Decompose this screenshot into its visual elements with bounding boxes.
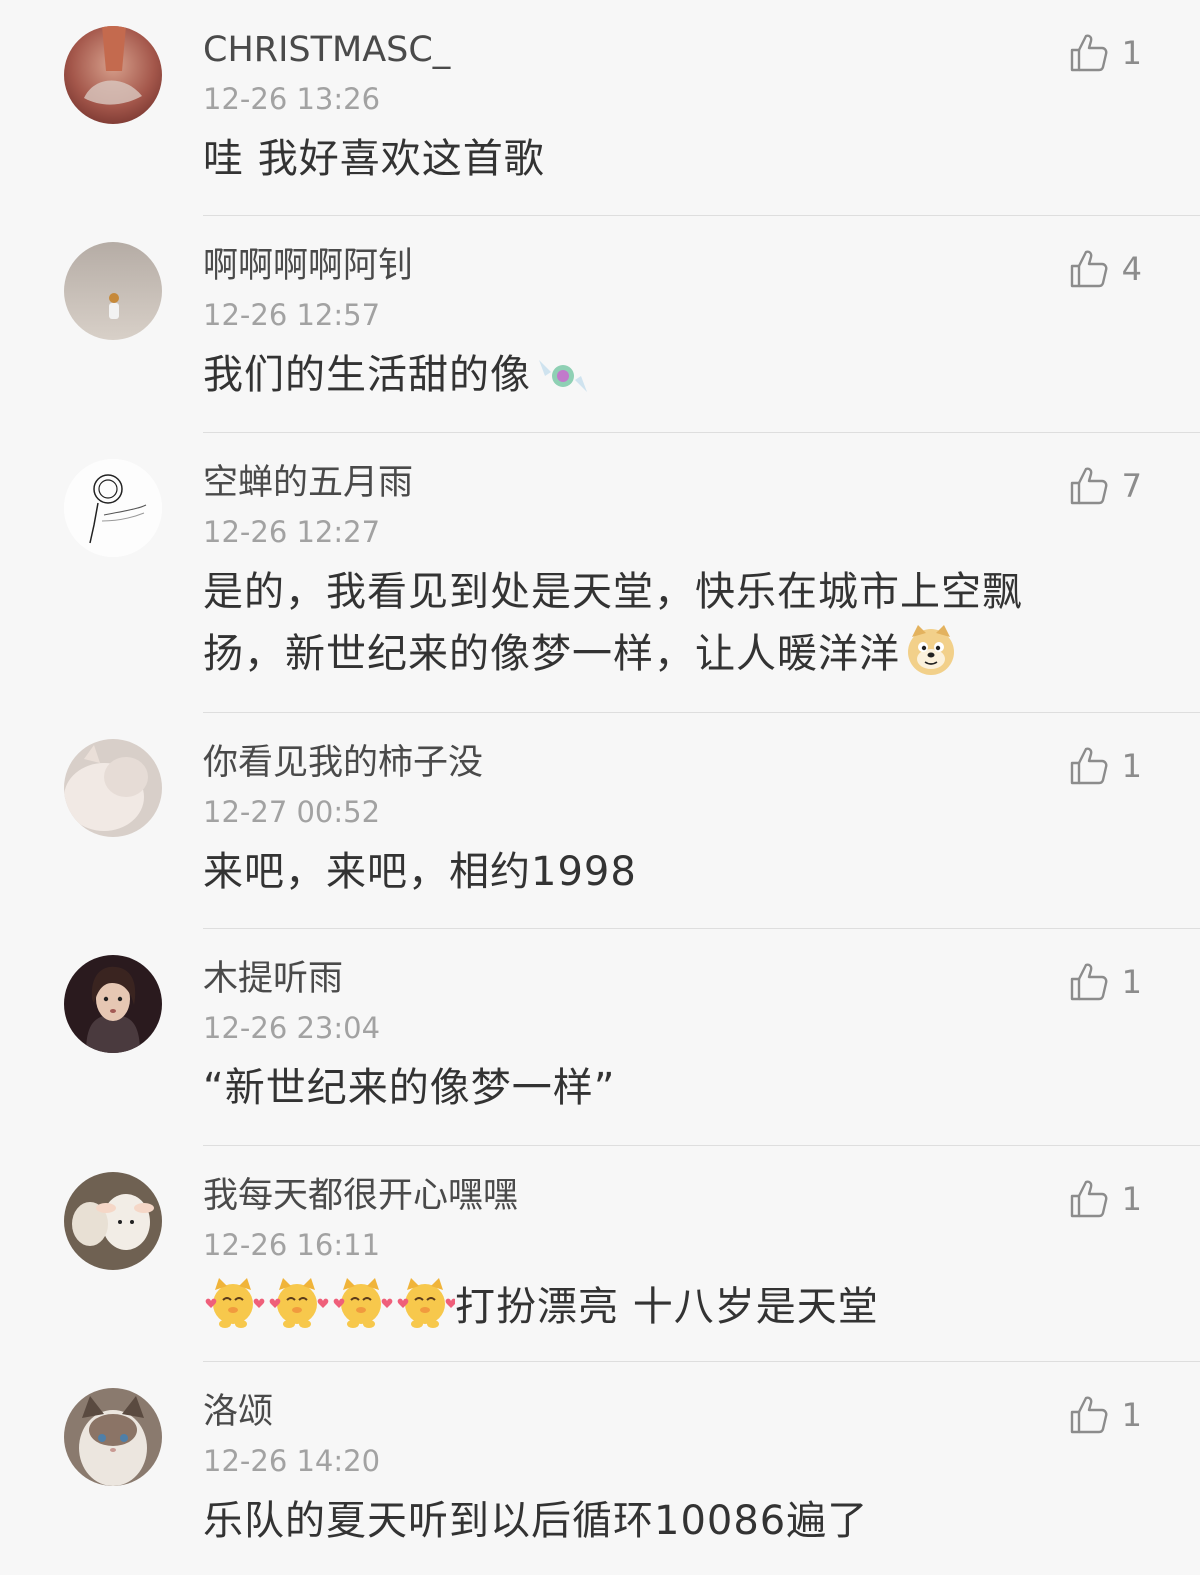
timestamp: 12-26 12:27	[203, 515, 381, 549]
comment-body: 我每天都很开心嘿嘿 12-26 16:11 打扮漂亮 十八岁是天堂	[203, 1172, 1080, 1338]
avatar[interactable]	[64, 26, 162, 124]
username[interactable]: 木提听雨	[203, 955, 1080, 1003]
comment-text: 乐队的夏天听到以后循环10086遍了	[203, 1498, 869, 1544]
candy-emoji	[535, 354, 591, 398]
shiba-love-emoji	[203, 1274, 455, 1330]
avatar[interactable]	[64, 1388, 162, 1486]
comment-text-line: 是的，我看见到处是天堂，快乐在城市上空飘	[203, 569, 1023, 615]
like-count: 1	[1121, 747, 1142, 785]
username[interactable]: 我每天都很开心嘿嘿	[203, 1172, 1080, 1220]
timestamp: 12-26 14:20	[203, 1444, 381, 1478]
like-button[interactable]: 1	[1068, 961, 1142, 1003]
comment-text: “新世纪来的像梦一样”	[203, 1065, 616, 1111]
timestamp: 12-27 00:52	[203, 795, 381, 829]
avatar[interactable]	[64, 459, 162, 557]
like-count: 7	[1121, 467, 1142, 505]
comment-item: CHRISTMASC_ 12-26 13:26 哇 我好喜欢这首歌 1	[0, 0, 1200, 216]
thumbs-up-icon	[1068, 248, 1110, 290]
avatar[interactable]	[64, 1172, 162, 1270]
doge-emoji	[904, 623, 958, 677]
comment-item: 你看见我的柿子没 12-27 00:52 来吧，来吧，相约1998 1	[0, 713, 1200, 929]
comment-body: 洛颂 12-26 14:20 乐队的夏天听到以后循环10086遍了	[203, 1388, 1080, 1552]
thumbs-up-icon	[1068, 1178, 1110, 1220]
thumbs-up-icon	[1068, 961, 1110, 1003]
comment-list: CHRISTMASC_ 12-26 13:26 哇 我好喜欢这首歌 1 啊啊啊啊…	[0, 0, 1200, 1575]
thumbs-up-icon	[1068, 465, 1110, 507]
timestamp: 12-26 13:26	[203, 82, 381, 116]
like-count: 4	[1121, 250, 1142, 288]
comment-item: 空蝉的五月雨 12-26 12:27 是的，我看见到处是天堂，快乐在城市上空飘 …	[0, 433, 1200, 713]
comment-text: 哇 我好喜欢这首歌	[203, 136, 545, 182]
like-count: 1	[1121, 963, 1142, 1001]
comment-body: 空蝉的五月雨 12-26 12:27 是的，我看见到处是天堂，快乐在城市上空飘 …	[203, 459, 1080, 685]
like-button[interactable]: 1	[1068, 1178, 1142, 1220]
comment-text-content: 扬，新世纪来的像梦一样，让人暖洋洋	[203, 631, 900, 677]
avatar[interactable]	[64, 242, 162, 340]
username[interactable]: 啊啊啊啊阿钊	[203, 242, 1080, 290]
avatar[interactable]	[64, 955, 162, 1053]
avatar[interactable]	[64, 739, 162, 837]
like-count: 1	[1121, 1180, 1142, 1218]
comment-text: 是的，我看见到处是天堂，快乐在城市上空飘 扬，新世纪来的像梦一样，让人暖洋洋	[203, 561, 1080, 685]
like-count: 1	[1121, 1396, 1142, 1434]
timestamp: 12-26 12:57	[203, 298, 381, 332]
comment-text-line: 扬，新世纪来的像梦一样，让人暖洋洋	[203, 623, 1080, 685]
comment-body: 啊啊啊啊阿钊 12-26 12:57 我们的生活甜的像	[203, 242, 1080, 406]
thumbs-up-icon	[1068, 1394, 1110, 1436]
like-button[interactable]: 1	[1068, 32, 1142, 74]
comment-body: 木提听雨 12-26 23:04 “新世纪来的像梦一样”	[203, 955, 1080, 1119]
like-button[interactable]: 1	[1068, 1394, 1142, 1436]
timestamp: 12-26 23:04	[203, 1011, 381, 1045]
comment-text-content: 打扮漂亮 十八岁是天堂	[455, 1284, 879, 1330]
comment-text: 来吧，来吧，相约1998	[203, 849, 637, 895]
username[interactable]: 洛颂	[203, 1388, 1080, 1436]
comment-item: 啊啊啊啊阿钊 12-26 12:57 我们的生活甜的像 4	[0, 216, 1200, 433]
comment-body: 你看见我的柿子没 12-27 00:52 来吧，来吧，相约1998	[203, 739, 1080, 903]
thumbs-up-icon	[1068, 32, 1110, 74]
like-button[interactable]: 7	[1068, 465, 1142, 507]
comment-item: 木提听雨 12-26 23:04 “新世纪来的像梦一样” 1	[0, 929, 1200, 1146]
thumbs-up-icon	[1068, 745, 1110, 787]
like-count: 1	[1121, 34, 1142, 72]
comment-item: 洛颂 12-26 14:20 乐队的夏天听到以后循环10086遍了 1	[0, 1362, 1200, 1575]
like-button[interactable]: 4	[1068, 248, 1142, 290]
like-button[interactable]: 1	[1068, 745, 1142, 787]
comment-text-content: 我们的生活甜的像	[203, 352, 531, 398]
comment-text: 我们的生活甜的像	[203, 344, 1080, 406]
username[interactable]: 你看见我的柿子没	[203, 739, 1080, 787]
comment-item: 我每天都很开心嘿嘿 12-26 16:11 打扮漂亮 十八岁是天堂 1	[0, 1146, 1200, 1362]
username[interactable]: 空蝉的五月雨	[203, 459, 1080, 507]
comment-body: CHRISTMASC_ 12-26 13:26 哇 我好喜欢这首歌	[203, 26, 1080, 190]
timestamp: 12-26 16:11	[203, 1228, 381, 1262]
comment-text: 打扮漂亮 十八岁是天堂	[203, 1274, 1080, 1338]
username[interactable]: CHRISTMASC_	[203, 26, 1080, 74]
